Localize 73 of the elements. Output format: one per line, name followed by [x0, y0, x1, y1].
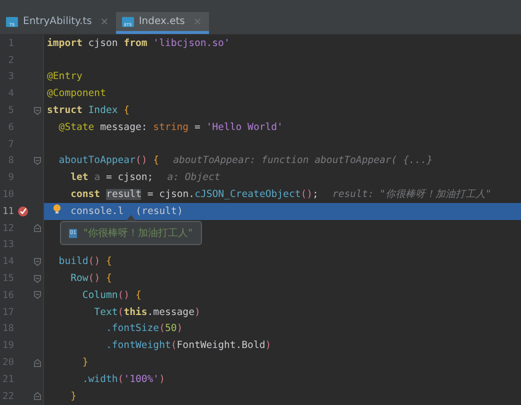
fold-icon[interactable]: [34, 106, 40, 115]
code-text: (): [300, 189, 313, 200]
code-text: (: [118, 306, 124, 318]
fold-icon[interactable]: [34, 258, 40, 266]
code-text: (: [118, 374, 124, 385]
tooltip-value: "你很棒呀！加油打工人": [83, 226, 193, 240]
line-number: 11: [2, 206, 14, 217]
code-text: (result): [136, 206, 183, 217]
code-text: {: [134, 290, 142, 301]
code-text: = cjson.: [146, 189, 195, 200]
code-text: ): [159, 374, 165, 385]
code-text: aboutToAppear: [58, 155, 136, 166]
inlay-hint: a: Object: [167, 172, 220, 184]
code-text: ): [176, 323, 183, 334]
code-text: Index: [87, 105, 118, 116]
code-text: const: [70, 189, 100, 200]
code-text: (): [88, 273, 100, 284]
fold-icon[interactable]: [34, 274, 40, 283]
close-icon[interactable]: [100, 18, 108, 25]
inlay-hint: aboutToAppear: function aboutToAppear( {...}: [173, 155, 433, 166]
fold-icon[interactable]: [34, 156, 40, 165]
code-text: cjson: [87, 38, 119, 49]
code-text: Row: [70, 273, 88, 284]
code-text: import: [47, 38, 82, 49]
code-text: cJSON_CreateObject: [194, 189, 301, 200]
code-text: (: [170, 340, 177, 352]
fold-icon[interactable]: [34, 291, 40, 300]
code-text: FontWeight.Bold: [176, 340, 266, 352]
code-text: struct: [47, 105, 82, 116]
code-text: =: [193, 122, 202, 133]
code-text: string: [153, 122, 189, 133]
code-text: message:: [99, 122, 148, 133]
code-text: 'libcjson.so': [152, 38, 230, 49]
code-text: a: [93, 172, 100, 184]
code-text: .message: [147, 306, 194, 318]
code-text: {: [152, 155, 160, 166]
code-text: {: [104, 273, 112, 284]
inlay-hint: result: "你很棒呀！加油打工人": [332, 188, 492, 202]
code-text: 'Hello World': [206, 122, 283, 133]
fold-icon[interactable]: [34, 358, 40, 367]
code-text: .width: [81, 374, 118, 385]
breakpoint-icon[interactable]: [17, 205, 29, 218]
close-icon[interactable]: [194, 18, 201, 25]
code-text: {: [104, 256, 112, 268]
code-text: (): [118, 290, 130, 301]
code-text: {: [122, 105, 130, 116]
code-text: ): [194, 306, 200, 318]
code-text: }: [70, 390, 76, 402]
code-text: .fontSize: [104, 323, 160, 334]
code-text: Text: [93, 306, 118, 318]
code-text: @Entry: [47, 71, 82, 82]
code-text: @Component: [47, 88, 106, 100]
code-text: }: [81, 357, 88, 368]
code-text: result: [106, 189, 142, 200]
code-text: from: [124, 38, 148, 49]
code-text: this: [124, 306, 148, 318]
fold-icon[interactable]: [34, 392, 40, 400]
code-text: .fontWeight: [104, 340, 171, 352]
lightbulb-icon[interactable]: [53, 204, 61, 214]
code-text: @State: [58, 122, 94, 133]
code-text: build: [58, 256, 88, 268]
code-text: console.l: [70, 206, 124, 217]
code-text: Column: [81, 290, 118, 301]
code-text: ): [265, 340, 272, 352]
code-text: = cjson;: [104, 172, 154, 184]
code-text: (): [135, 155, 148, 166]
code-text: '100%': [124, 374, 160, 385]
code-text: (): [88, 256, 100, 268]
code-text: (: [159, 323, 165, 334]
code-text: 50: [164, 323, 177, 334]
fold-icon[interactable]: [34, 224, 40, 232]
code-text: let: [70, 172, 88, 184]
code-text: ;: [312, 189, 318, 200]
